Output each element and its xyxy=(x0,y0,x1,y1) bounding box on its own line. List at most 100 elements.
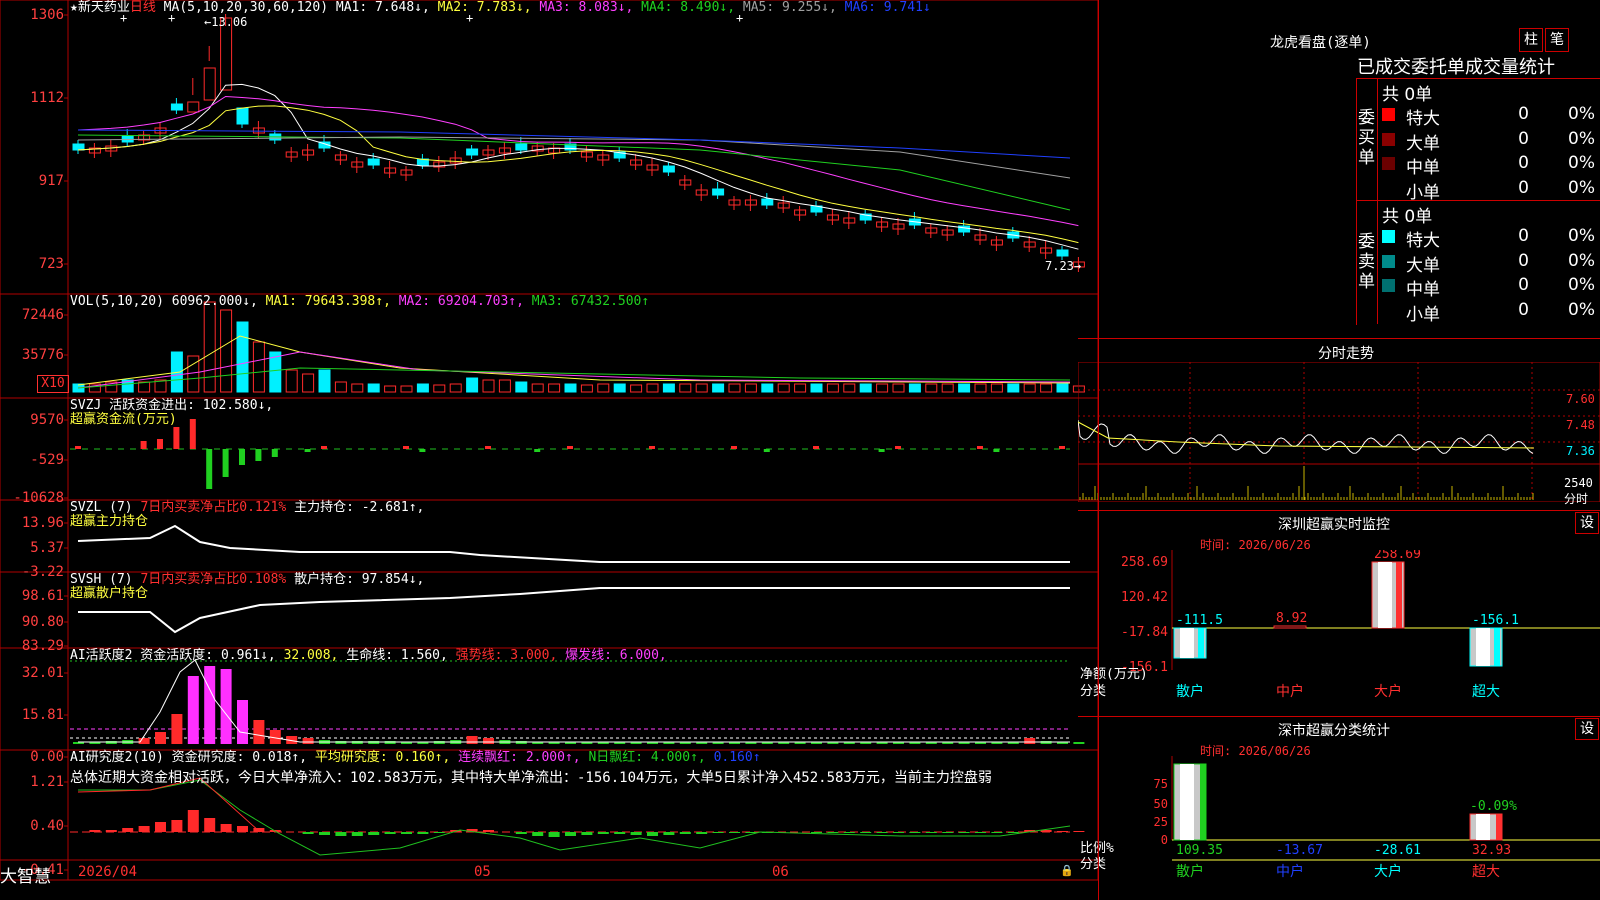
ai-research-bar xyxy=(991,832,1003,833)
period-label[interactable]: 日线 xyxy=(130,0,156,15)
stats-bar-top-label: -0.09% xyxy=(1470,799,1517,814)
svzj-bar xyxy=(731,446,737,449)
vol-header: VOL(5,10,20) 60962.000↓, MA1: 79643.398↑… xyxy=(70,294,649,309)
divider-fenshi xyxy=(1078,338,1600,339)
ai-research-bar xyxy=(958,832,970,833)
ai-research-bar xyxy=(335,832,347,836)
lock-icon[interactable]: 🔒 xyxy=(1060,864,1074,877)
intraday-chart[interactable] xyxy=(1078,362,1600,502)
stats-value: 32.93 xyxy=(1472,843,1511,858)
volume-bar xyxy=(564,383,577,393)
monitor-cat: 超大 xyxy=(1472,684,1500,700)
svzj-bar xyxy=(485,446,491,449)
row-count: 0 xyxy=(1518,128,1529,149)
monitor-bar-edge xyxy=(1494,628,1500,666)
svzj-bar xyxy=(321,446,327,449)
high-marker: ←13.06 xyxy=(204,15,247,29)
ai-research-bar xyxy=(712,832,724,833)
ma-value-5: MA5: 9.255↓, xyxy=(742,0,837,15)
ma2-line xyxy=(77,105,1079,244)
volume-bar xyxy=(285,369,298,393)
volume-bar xyxy=(334,381,347,393)
volume-bar xyxy=(138,381,151,393)
monitor-bar-edge xyxy=(1198,628,1204,658)
main-divider xyxy=(1098,0,1099,900)
stats-title: 深市超赢分类统计 xyxy=(1278,723,1390,739)
volume-bar xyxy=(662,383,675,393)
candle-body xyxy=(1056,249,1069,257)
volume-bar xyxy=(826,383,839,393)
price-y-tick: 917 xyxy=(38,173,64,189)
ai-research-bar xyxy=(597,832,609,834)
fenshi-frame xyxy=(1078,362,1600,502)
fenshi-title: 分时走势 xyxy=(1318,346,1374,362)
stats-chart[interactable]: 75 50 25 0 -0.09% 109.35 -13.67 -28.61 32.93 散户 中户… xyxy=(1078,756,1600,900)
ai-research-bar xyxy=(401,832,412,834)
fenshi-avg-line xyxy=(1078,421,1535,449)
row-name: 小单 xyxy=(1406,182,1440,203)
ma5-line xyxy=(77,136,1071,179)
volume-bar xyxy=(220,309,233,393)
svzj-bar xyxy=(649,446,655,449)
bar-mode-button[interactable]: 柱 xyxy=(1519,28,1543,52)
volume-bar xyxy=(466,377,479,393)
stats-bar-hl xyxy=(1180,764,1194,840)
ai-research-bar xyxy=(237,826,248,832)
volume-bar xyxy=(203,301,216,393)
brand-logo[interactable]: 大智慧 xyxy=(0,862,51,887)
volume-bar xyxy=(941,383,954,393)
row-count: 0 xyxy=(1518,104,1529,124)
vol-title: VOL(5,10,20) xyxy=(70,294,164,309)
ma-value-4: MA4: 8.490↓, xyxy=(641,0,736,15)
ai-active-bar xyxy=(466,736,478,744)
volume-bar xyxy=(416,383,429,393)
ai-research-bar xyxy=(942,832,954,833)
stats-cat: 超大 xyxy=(1472,864,1500,880)
ma3-line xyxy=(77,95,1079,227)
row-pct: 0% xyxy=(1568,104,1595,124)
ai-research-bar xyxy=(417,832,429,834)
ai-research-bar xyxy=(909,832,921,833)
row-name: 小单 xyxy=(1406,304,1440,325)
ai-research-bar xyxy=(483,830,494,832)
ai-research-bar xyxy=(893,832,904,833)
vol-y-tick: 72446 xyxy=(21,307,64,323)
row-name: 大单 xyxy=(1406,133,1440,154)
volume-bar xyxy=(810,383,823,393)
stats-settings-button[interactable]: 设 xyxy=(1575,718,1599,740)
stock-name[interactable]: ★新天药业 xyxy=(70,0,130,15)
vol-values: 60962.000↓, MA1: 79643.398↑, MA2: 69204.… xyxy=(172,294,649,309)
row-pct: 0% xyxy=(1568,128,1595,149)
vol-value-1: 60962.000↓, xyxy=(171,294,258,309)
row-count: 0 xyxy=(1518,226,1529,246)
volume-bar xyxy=(1040,383,1053,393)
vol-unit-badge[interactable]: X10 xyxy=(37,375,69,393)
ai-research-bar xyxy=(351,832,363,836)
swatch-sell-3 xyxy=(1382,303,1395,317)
vol-value-4: MA3: 67432.500↑ xyxy=(531,294,650,309)
ai-research-bar xyxy=(745,832,757,833)
tick-mode-button[interactable]: 笔 xyxy=(1545,28,1569,52)
ai-research-bar xyxy=(368,832,380,835)
svsh-subtitle: 超赢散户持仓 xyxy=(70,586,149,601)
row-pct: 0% xyxy=(1568,226,1595,246)
ai-research-summary: 总体近期大资金相对活跃，今日大单净流入：102.583万元，其中特大单净流出：-… xyxy=(70,770,992,786)
ai-active-bar xyxy=(155,732,166,744)
ai-active-y-tick: 15.81 xyxy=(21,707,64,723)
monitor-y-tick: 120.42 xyxy=(1121,590,1168,605)
swatch-buy-3 xyxy=(1382,181,1395,195)
volume-bar xyxy=(384,385,397,393)
monitor-settings-button[interactable]: 设 xyxy=(1575,512,1599,534)
stats-cat: 散户 xyxy=(1176,863,1204,880)
ai-research-bar xyxy=(302,832,314,834)
monitor-chart[interactable]: 258.69 120.42 -17.84 -156.1 -111.5 8.92 258.69… xyxy=(1078,550,1600,710)
svsh-y-tick: 83.29 xyxy=(21,638,64,654)
ai-research-bar xyxy=(565,832,576,836)
candle-body xyxy=(236,107,249,125)
chart-canvas[interactable]: ←13.067.23→+ + + + xyxy=(0,0,1100,900)
main-window: ←13.06 7.23→ + + + + ★新天药业日线 MA(5,10,20,30,60… xyxy=(0,0,1600,900)
ai-research-header: AI研究度2(10) 资金研究度: 0.018↑, 平均研究度: 0.160↑,… xyxy=(70,750,761,765)
stats-cat: 中户 xyxy=(1276,863,1304,880)
swatch-sell-2 xyxy=(1382,279,1395,292)
volume-bar xyxy=(1007,383,1020,393)
